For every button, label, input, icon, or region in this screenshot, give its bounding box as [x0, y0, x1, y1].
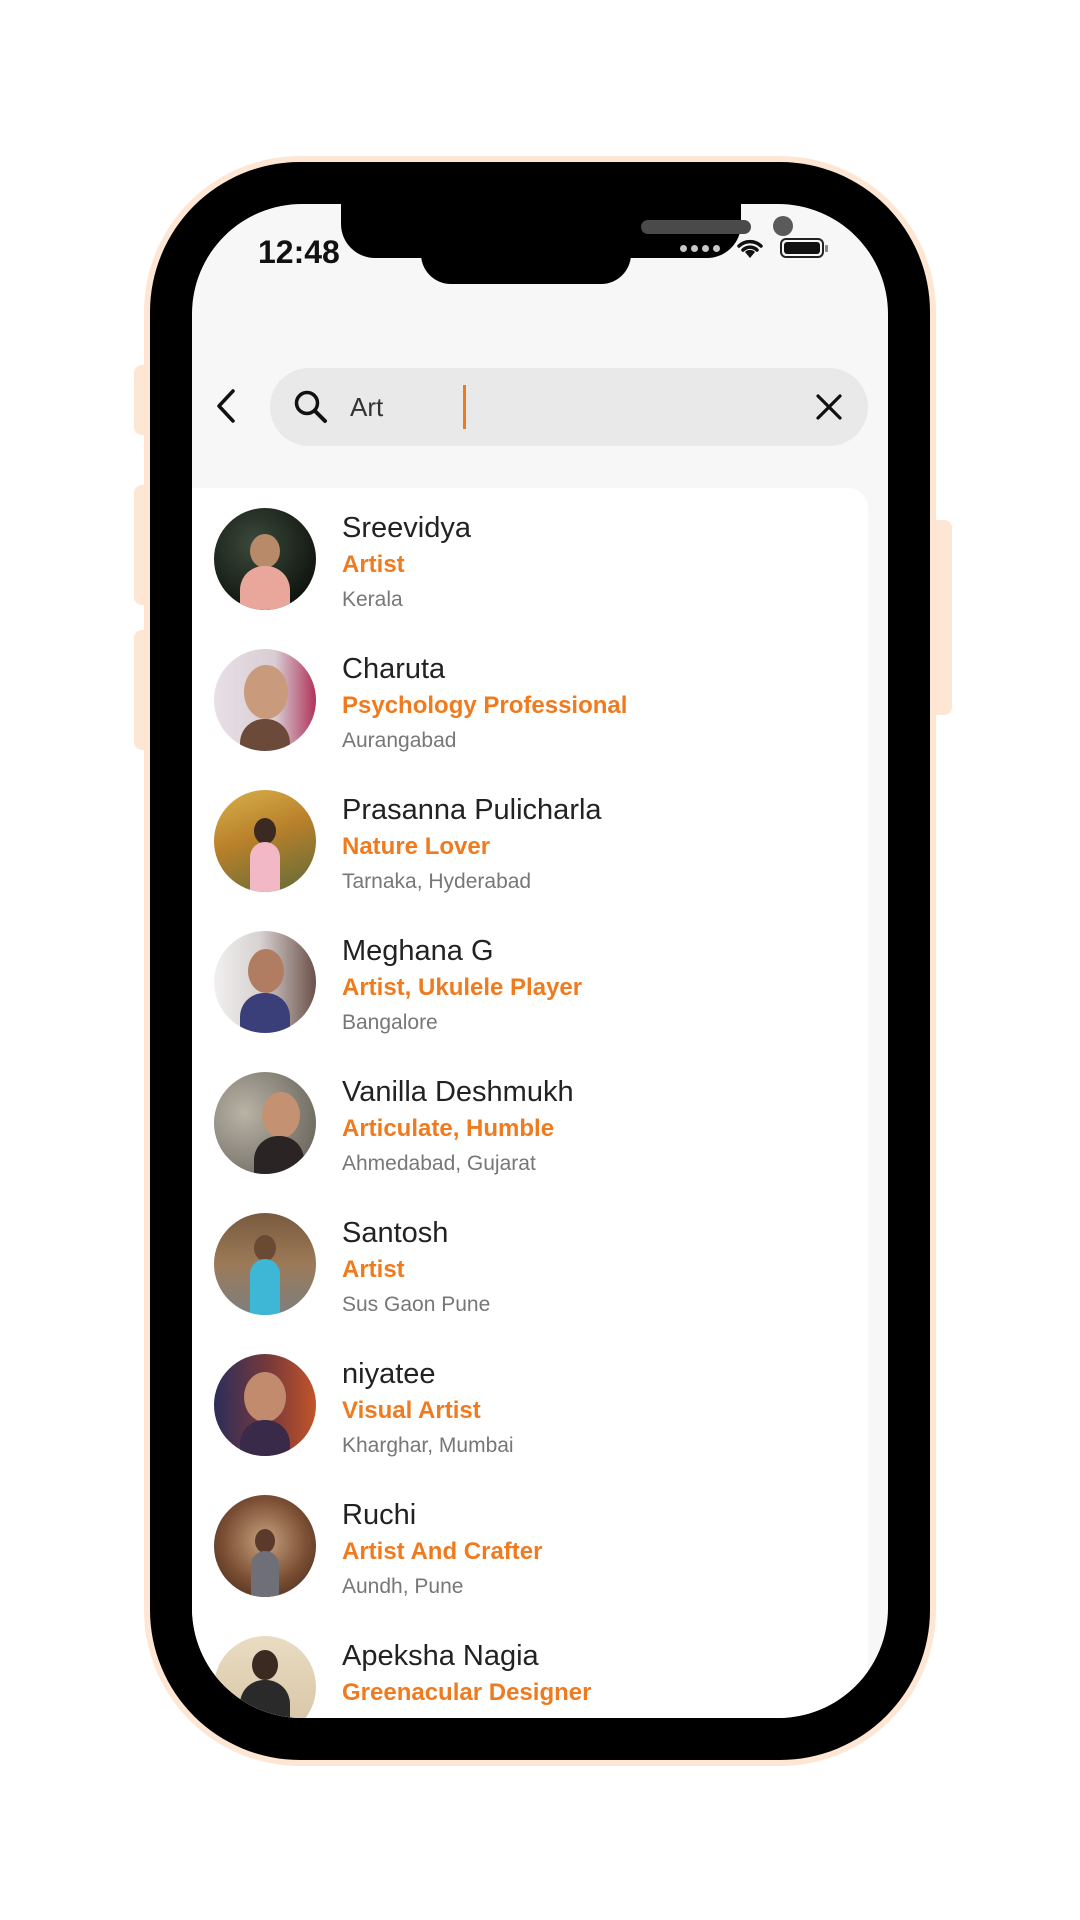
front-camera — [773, 216, 793, 236]
avatar — [214, 1354, 316, 1456]
back-button[interactable] — [204, 384, 248, 428]
power-button — [928, 520, 952, 715]
result-name: Meghana G — [342, 935, 494, 967]
list-item[interactable]: Sreevidya Artist Kerala — [192, 498, 868, 638]
result-location: Kerala — [342, 588, 403, 611]
avatar — [214, 790, 316, 892]
result-location: Kharghar, Mumbai — [342, 1434, 514, 1457]
result-name: niyatee — [342, 1358, 436, 1390]
list-item[interactable]: Vanilla Deshmukh Articulate, Humble Ahme… — [192, 1062, 868, 1202]
search-icon — [294, 390, 327, 423]
result-name: Ruchi — [342, 1499, 417, 1531]
avatar — [214, 931, 316, 1033]
result-role: Psychology Professional — [342, 692, 628, 719]
notch-lower — [421, 244, 631, 284]
avatar — [214, 1636, 316, 1718]
speaker-grille — [641, 220, 751, 234]
signal-icon — [680, 244, 720, 252]
result-name: Charuta — [342, 653, 446, 685]
avatar — [214, 1495, 316, 1597]
avatar — [214, 1213, 316, 1315]
search-bar[interactable] — [270, 368, 868, 446]
battery-icon — [780, 238, 828, 258]
result-role: Artist — [342, 1256, 405, 1283]
avatar — [214, 508, 316, 610]
result-name: Santosh — [342, 1217, 449, 1249]
result-location: Ahmedabad, Gujarat — [342, 1152, 536, 1175]
result-role: Artist And Crafter — [342, 1538, 543, 1565]
close-icon[interactable] — [812, 390, 846, 424]
list-item[interactable]: Charuta Psychology Professional Aurangab… — [192, 639, 868, 779]
result-role: Artist — [342, 551, 405, 578]
status-icons — [680, 236, 828, 260]
result-location: Aundh, Pune — [342, 1575, 464, 1598]
result-role: Visual Artist — [342, 1397, 481, 1424]
result-location: Aurangabad — [342, 729, 457, 752]
wifi-icon — [737, 239, 763, 258]
avatar — [214, 1072, 316, 1174]
search-input[interactable] — [350, 388, 780, 426]
result-name: Vanilla Deshmukh — [342, 1076, 574, 1108]
list-item[interactable]: Prasanna Pulicharla Nature Lover Tarnaka… — [192, 780, 868, 920]
list-item[interactable]: Santosh Artist Sus Gaon Pune — [192, 1203, 868, 1343]
list-item[interactable]: Ruchi Artist And Crafter Aundh, Pune — [192, 1485, 868, 1625]
result-role: Artist, Ukulele Player — [342, 974, 583, 1001]
chevron-left-icon — [217, 389, 235, 423]
mockup-stage: 12:48 Art Sreevidya Artist Kerala Charut… — [0, 0, 1080, 1920]
result-location: Bangalore — [342, 1011, 438, 1034]
list-item[interactable]: Meghana G Artist, Ukulele Player Bangalo… — [192, 921, 868, 1061]
avatar — [214, 649, 316, 751]
list-item[interactable]: Apeksha Nagia Greenacular Designer — [192, 1626, 868, 1718]
result-name: Apeksha Nagia — [342, 1640, 539, 1672]
result-role: Articulate, Humble — [342, 1115, 555, 1142]
search-results-list[interactable]: Sreevidya Artist Kerala Charuta Psycholo… — [192, 488, 868, 1718]
result-location: Sus Gaon Pune — [342, 1293, 491, 1316]
list-item[interactable]: niyatee Visual Artist Kharghar, Mumbai — [192, 1344, 868, 1484]
result-role: Greenacular Designer — [342, 1679, 592, 1706]
result-name: Sreevidya — [342, 512, 471, 544]
phone-screen: 12:48 Art Sreevidya Artist Kerala Charut… — [192, 204, 888, 1718]
phone-frame: 12:48 Art Sreevidya Artist Kerala Charut… — [150, 162, 930, 1760]
text-cursor — [463, 385, 466, 429]
result-role: Nature Lover — [342, 833, 491, 860]
status-time: 12:48 — [258, 234, 340, 270]
result-location: Tarnaka, Hyderabad — [342, 870, 532, 893]
result-name: Prasanna Pulicharla — [342, 794, 602, 826]
